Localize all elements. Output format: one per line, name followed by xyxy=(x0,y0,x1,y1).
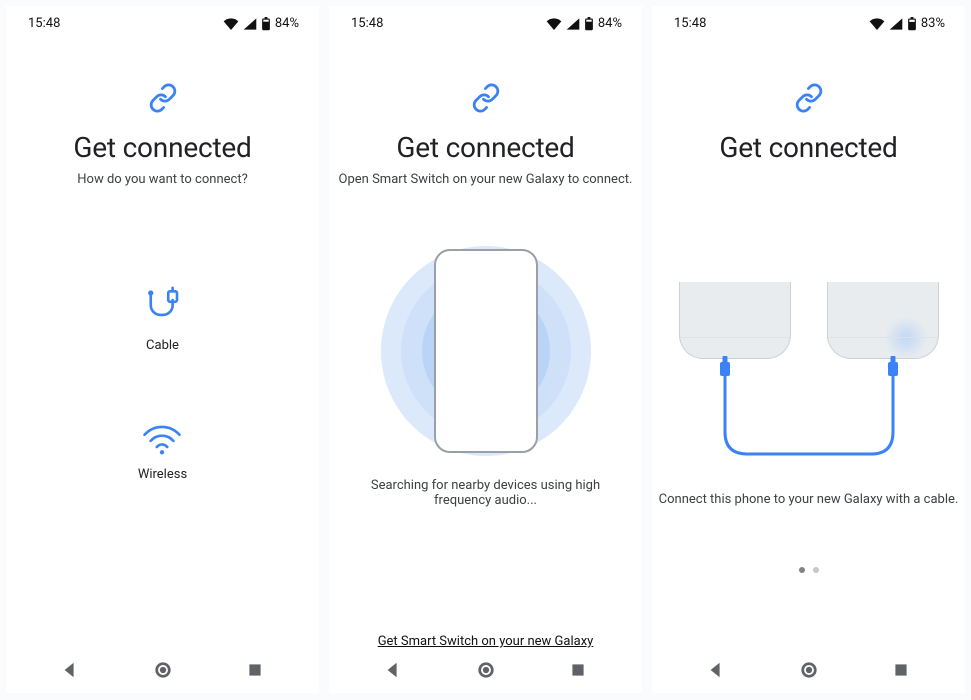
cable-path-icon xyxy=(679,282,939,472)
option-wireless-label: Wireless xyxy=(138,467,187,482)
screen-2: 15:48 84% Get connected Open Smart Switc… xyxy=(329,6,642,693)
page-dot-2 xyxy=(813,567,819,573)
status-time: 15:48 xyxy=(351,16,383,31)
battery-status-icon xyxy=(584,17,594,31)
status-right: 84% xyxy=(546,16,622,31)
status-bar: 15:48 84% xyxy=(6,6,319,31)
header: Get connected Open Smart Switch on your … xyxy=(329,83,642,187)
page-title: Get connected xyxy=(329,131,642,164)
searching-area: Searching for nearby devices using high … xyxy=(329,236,642,627)
searching-status-text: Searching for nearby devices using high … xyxy=(356,478,616,508)
wifi-status-icon xyxy=(546,18,562,30)
status-right: 83% xyxy=(869,16,945,31)
status-right: 84% xyxy=(223,16,299,31)
nav-back[interactable] xyxy=(365,656,421,684)
signal-status-icon xyxy=(889,18,903,30)
status-time: 15:48 xyxy=(28,16,60,31)
battery-status-icon xyxy=(907,17,917,31)
page-subtitle: How do you want to connect? xyxy=(6,172,319,187)
search-halo xyxy=(381,246,591,456)
wifi-status-icon xyxy=(869,18,885,30)
status-bar: 15:48 84% xyxy=(329,6,642,31)
phone-outline-icon xyxy=(434,249,538,453)
wifi-status-icon xyxy=(223,18,239,30)
page-subtitle: Open Smart Switch on your new Galaxy to … xyxy=(329,172,642,187)
battery-percent: 83% xyxy=(921,16,945,31)
nav-recent[interactable] xyxy=(550,656,606,684)
status-bar: 15:48 83% xyxy=(652,6,965,31)
nav-recent[interactable] xyxy=(227,656,283,684)
nav-home[interactable] xyxy=(135,656,191,684)
nav-home[interactable] xyxy=(781,656,837,684)
page-title: Get connected xyxy=(652,131,965,164)
wifi-icon xyxy=(141,423,183,461)
nav-back[interactable] xyxy=(688,656,744,684)
battery-status-icon xyxy=(261,17,271,31)
page-title: Get connected xyxy=(6,131,319,164)
connect-instruction-text: Connect this phone to your new Galaxy wi… xyxy=(659,492,959,507)
option-cable[interactable]: Cable xyxy=(142,286,184,353)
nav-bar xyxy=(652,647,965,693)
page-dot-1 xyxy=(799,567,805,573)
nav-bar xyxy=(329,647,642,693)
status-time: 15:48 xyxy=(674,16,706,31)
screen-1: 15:48 84% Get connected How do you want … xyxy=(6,6,319,693)
screen-3: 15:48 83% Get connected xyxy=(652,6,965,693)
signal-status-icon xyxy=(243,18,257,30)
cable-icon xyxy=(142,286,184,332)
link-icon xyxy=(148,83,178,117)
battery-percent: 84% xyxy=(275,16,299,31)
nav-recent[interactable] xyxy=(873,656,929,684)
link-icon xyxy=(471,83,501,117)
nav-home[interactable] xyxy=(458,656,514,684)
option-cable-label: Cable xyxy=(146,338,179,353)
nav-bar xyxy=(6,647,319,693)
signal-status-icon xyxy=(566,18,580,30)
header: Get connected How do you want to connect… xyxy=(6,83,319,187)
option-wireless[interactable]: Wireless xyxy=(138,423,187,482)
header: Get connected xyxy=(652,83,965,164)
battery-percent: 84% xyxy=(598,16,622,31)
cable-illustration xyxy=(679,282,939,472)
page-indicator xyxy=(652,567,965,573)
nav-back[interactable] xyxy=(42,656,98,684)
link-icon xyxy=(794,83,824,117)
